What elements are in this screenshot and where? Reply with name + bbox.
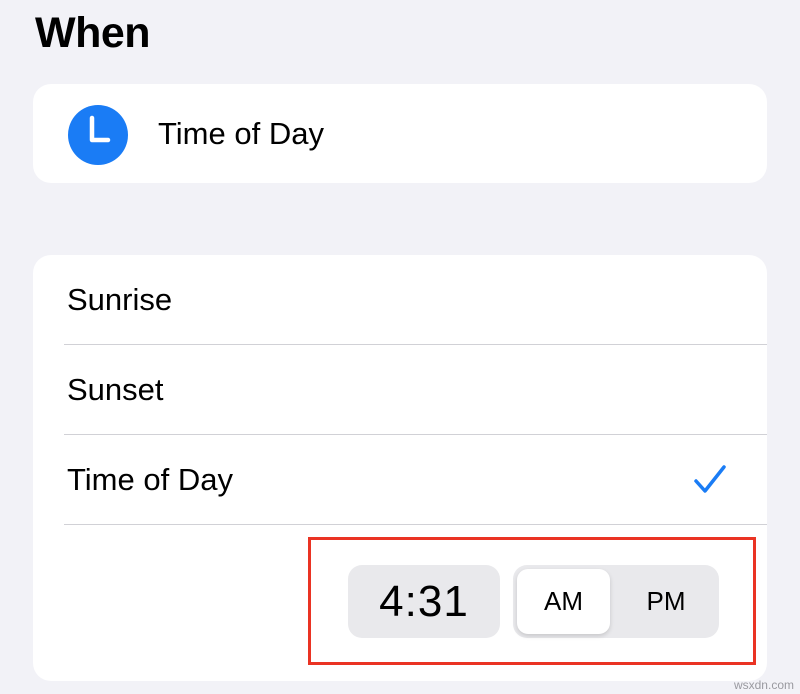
divider: [64, 524, 767, 525]
option-label: Sunset: [67, 372, 164, 407]
option-sunrise[interactable]: Sunrise: [33, 255, 767, 345]
clock-icon: [68, 105, 128, 165]
page-title: When: [35, 9, 151, 57]
option-label: Sunrise: [67, 282, 173, 317]
option-time-of-day[interactable]: Time of Day: [33, 435, 767, 525]
watermark: wsxdn.com: [733, 678, 794, 692]
option-label: Time of Day: [67, 462, 233, 497]
checkmark-icon: [694, 465, 726, 493]
option-sunset[interactable]: Sunset: [33, 345, 767, 435]
highlight-annotation-box: [308, 537, 756, 665]
trigger-card[interactable]: [33, 84, 767, 183]
trigger-label: Time of Day: [158, 116, 324, 151]
